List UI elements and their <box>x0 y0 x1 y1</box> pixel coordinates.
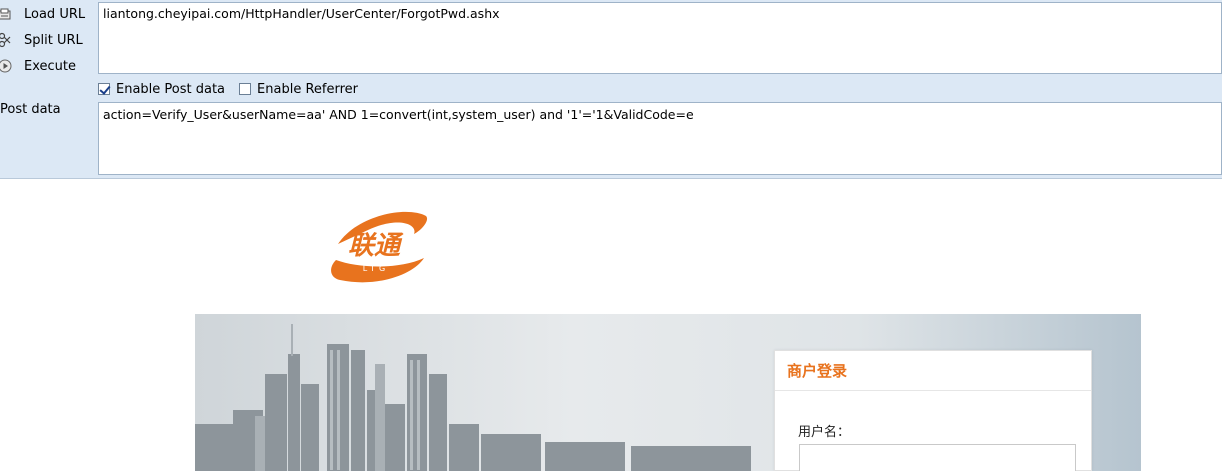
enable-referrer-label: Enable Referrer <box>257 81 358 97</box>
split-url-button[interactable]: Split URL <box>0 29 83 51</box>
execute-icon <box>0 59 12 73</box>
load-url-icon <box>0 7 12 21</box>
enable-post-checkmark[interactable] <box>98 83 110 95</box>
logo-text: 联通 <box>348 231 404 261</box>
enable-post-checkbox[interactable]: Enable Post data <box>98 82 225 97</box>
post-data-label: Post data <box>0 102 61 117</box>
username-label: 用户名： <box>798 425 851 440</box>
load-url-button[interactable]: Load URL <box>0 3 85 25</box>
liantong-logo: 联通 LTG <box>318 208 430 290</box>
enable-post-label: Enable Post data <box>116 81 226 97</box>
enable-referrer-checkbox[interactable]: Enable Referrer <box>239 82 358 97</box>
hackbar-toolbar: Load URL Split URL Execute liantong.chey… <box>0 0 1222 179</box>
url-input[interactable]: liantong.cheyipai.com/HttpHandler/UserCe… <box>98 2 1222 74</box>
options-row: Enable Post data Enable Referrer <box>98 78 372 100</box>
divider <box>775 390 1091 391</box>
username-input[interactable] <box>799 444 1076 471</box>
post-data-input[interactable]: action=Verify_User&userName=aa' AND 1=co… <box>98 102 1222 175</box>
enable-referrer-box[interactable] <box>239 83 252 95</box>
execute-button[interactable]: Execute <box>0 55 76 77</box>
login-title: 商户登录 <box>787 362 848 380</box>
execute-label: Execute <box>24 58 76 74</box>
logo-sub: LTG <box>363 264 389 273</box>
load-url-label: Load URL <box>24 6 86 22</box>
split-url-icon <box>0 32 12 48</box>
merchant-login-panel: 商户登录 用户名： <box>774 350 1092 471</box>
split-url-label: Split URL <box>24 32 83 48</box>
